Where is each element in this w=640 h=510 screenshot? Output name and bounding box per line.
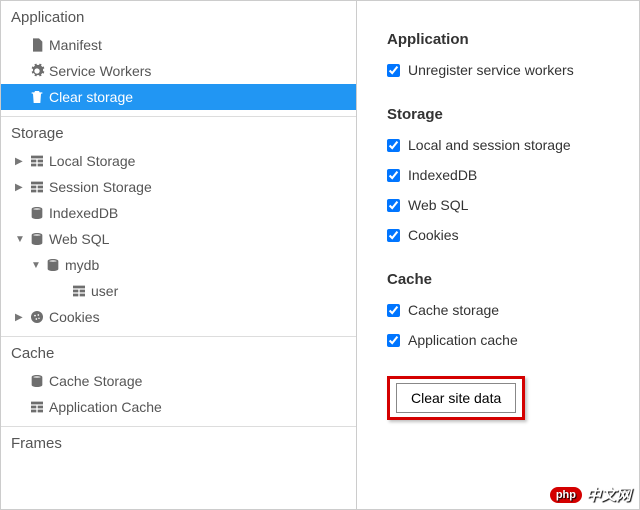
database-icon [27, 231, 47, 247]
check-label: IndexedDB [408, 167, 477, 183]
checkbox[interactable] [387, 139, 400, 152]
sidebar-item-service-workers[interactable]: Service Workers [1, 58, 356, 84]
sidebar-item-mydb[interactable]: ▼ mydb [1, 252, 356, 278]
document-icon [27, 37, 47, 53]
highlight-box: Clear site data [387, 376, 525, 420]
section-frames-header: Frames [1, 426, 356, 458]
checkbox[interactable] [387, 199, 400, 212]
watermark: php 中文网 [550, 484, 631, 505]
trash-icon [27, 89, 47, 105]
check-label: Application cache [408, 332, 518, 348]
gear-icon [27, 63, 47, 79]
check-label: Web SQL [408, 197, 468, 213]
sidebar-item-cache-storage[interactable]: Cache Storage [1, 368, 356, 394]
expand-arrow-icon: ▶ [15, 312, 27, 323]
checkbox[interactable] [387, 64, 400, 77]
group-storage: Storage Local and session storage Indexe… [387, 106, 621, 243]
database-icon [27, 205, 47, 221]
checkbox[interactable] [387, 334, 400, 347]
sidebar-item-cookies[interactable]: ▶ Cookies [1, 304, 356, 330]
sidebar-item-label: Session Storage [47, 179, 152, 195]
sidebar-item-user-table[interactable]: user [1, 278, 356, 304]
check-application-cache[interactable]: Application cache [387, 332, 621, 348]
check-label: Cache storage [408, 302, 499, 318]
table-icon [69, 283, 89, 299]
check-websql[interactable]: Web SQL [387, 197, 621, 213]
check-indexeddb[interactable]: IndexedDB [387, 167, 621, 183]
check-label: Local and session storage [408, 137, 571, 153]
sidebar-item-label: Manifest [47, 37, 102, 53]
sidebar-item-label: Cookies [47, 309, 100, 325]
collapse-arrow-icon: ▼ [15, 234, 27, 245]
check-cookies[interactable]: Cookies [387, 227, 621, 243]
table-icon [27, 179, 47, 195]
sidebar-item-label: Web SQL [47, 231, 109, 247]
watermark-text: 中文网 [586, 484, 631, 505]
section-cache-header: Cache [1, 336, 356, 368]
sidebar-item-label: user [89, 283, 118, 299]
group-title-storage: Storage [387, 106, 621, 123]
sidebar-item-session-storage[interactable]: ▶ Session Storage [1, 174, 356, 200]
sidebar-item-application-cache[interactable]: Application Cache [1, 394, 356, 420]
table-icon [27, 153, 47, 169]
table-icon [27, 399, 47, 415]
checkbox[interactable] [387, 304, 400, 317]
sidebar-item-manifest[interactable]: Manifest [1, 32, 356, 58]
collapse-arrow-icon: ▼ [31, 260, 43, 271]
section-storage-tree: ▶ Local Storage ▶ Session Storage Indexe… [1, 148, 356, 336]
group-cache: Cache Cache storage Application cache [387, 271, 621, 348]
check-local-session-storage[interactable]: Local and session storage [387, 137, 621, 153]
expand-arrow-icon: ▶ [15, 182, 27, 193]
sidebar-item-label: Service Workers [47, 63, 151, 79]
cookie-icon [27, 309, 47, 325]
database-icon [43, 257, 63, 273]
sidebar-item-indexeddb[interactable]: IndexedDB [1, 200, 356, 226]
check-label: Unregister service workers [408, 62, 574, 78]
group-title-cache: Cache [387, 271, 621, 288]
check-cache-storage[interactable]: Cache storage [387, 302, 621, 318]
clear-site-data-button[interactable]: Clear site data [396, 383, 516, 413]
checkbox[interactable] [387, 169, 400, 182]
check-label: Cookies [408, 227, 459, 243]
sidebar-item-local-storage[interactable]: ▶ Local Storage [1, 148, 356, 174]
checkbox[interactable] [387, 229, 400, 242]
expand-arrow-icon: ▶ [15, 156, 27, 167]
section-cache-tree: Cache Storage Application Cache [1, 368, 356, 426]
sidebar-item-clear-storage[interactable]: Clear storage [1, 84, 356, 110]
sidebar-item-label: Application Cache [47, 399, 162, 415]
database-icon [27, 373, 47, 389]
group-title-application: Application [387, 31, 621, 48]
clear-storage-panel: Application Unregister service workers S… [357, 1, 639, 509]
sidebar-item-websql[interactable]: ▼ Web SQL [1, 226, 356, 252]
sidebar-item-label: Clear storage [47, 89, 133, 105]
sidebar-item-label: Local Storage [47, 153, 135, 169]
sidebar-item-label: mydb [63, 257, 99, 273]
section-application-tree: Manifest Service Workers Clear storage [1, 32, 356, 116]
sidebar-item-label: Cache Storage [47, 373, 142, 389]
watermark-badge: php [550, 487, 582, 503]
check-unregister-service-workers[interactable]: Unregister service workers [387, 62, 621, 78]
sidebar-item-label: IndexedDB [47, 205, 118, 221]
devtools-sidebar: Application Manifest Service Workers Cle… [1, 1, 357, 509]
group-application: Application Unregister service workers [387, 31, 621, 78]
section-storage-header: Storage [1, 116, 356, 148]
section-application-header: Application [1, 1, 356, 32]
